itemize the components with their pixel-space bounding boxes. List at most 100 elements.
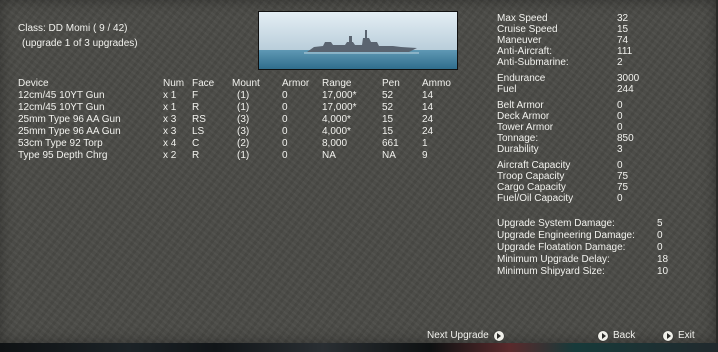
col-header-mount: Mount <box>232 78 260 89</box>
cell-armor: 0 <box>282 102 288 113</box>
stat-value: 18 <box>657 254 669 265</box>
stat-value: 850 <box>617 133 634 144</box>
cell-num: x 3 <box>163 126 177 137</box>
cell-pen: 52 <box>382 102 394 113</box>
cell-device: 25mm Type 96 AA Gun <box>18 114 121 125</box>
ship-image <box>258 11 458 70</box>
col-header-device: Device <box>18 78 49 89</box>
cell-armor: 0 <box>282 90 288 101</box>
back-label: Back <box>613 330 636 341</box>
stat-value: 2 <box>617 57 623 68</box>
col-header-pen: Pen <box>382 78 400 89</box>
cell-face: R <box>192 102 200 113</box>
stat-value: 75 <box>617 171 629 182</box>
cell-ammo: 9 <box>422 150 428 161</box>
stat-label: Tower Armor <box>497 122 554 133</box>
background-map-strip <box>0 343 718 352</box>
cell-device: Type 95 Depth Chrg <box>18 150 108 161</box>
arrow-right-icon <box>598 331 608 341</box>
cell-mount: (2) <box>237 138 250 149</box>
stat-value: 75 <box>617 182 629 193</box>
cell-range: 17,000* <box>322 102 357 113</box>
cell-ammo: 24 <box>422 126 434 137</box>
cell-armor: 0 <box>282 150 288 161</box>
stat-value: 74 <box>617 35 629 46</box>
stat-label: Maneuver <box>497 35 542 46</box>
next-upgrade-label: Next Upgrade <box>427 330 489 341</box>
stat-label: Minimum Upgrade Delay: <box>497 254 610 265</box>
stat-value: 0 <box>617 100 623 111</box>
next-upgrade-button[interactable]: Next Upgrade <box>427 330 504 342</box>
stat-value: 5 <box>657 218 663 229</box>
cell-mount: (3) <box>237 114 250 125</box>
stat-value: 15 <box>617 24 629 35</box>
stat-value: 0 <box>657 230 663 241</box>
col-header-face: Face <box>192 78 215 89</box>
cell-ammo: 14 <box>422 102 434 113</box>
cell-num: x 3 <box>163 114 177 125</box>
cell-mount: (1) <box>237 102 250 113</box>
cell-device: 12cm/45 10YT Gun <box>18 102 105 113</box>
stat-value: 10 <box>657 266 669 277</box>
stat-value: 0 <box>617 111 623 122</box>
cell-pen: NA <box>382 150 396 161</box>
cell-device: 25mm Type 96 AA Gun <box>18 126 121 137</box>
stat-label: Endurance <box>497 73 546 84</box>
cell-ammo: 14 <box>422 90 434 101</box>
arrow-right-icon <box>493 331 504 341</box>
ship-class-label: Class: DD Momi ( 9 / 42) <box>18 23 128 34</box>
ship-info-panel: Class: DD Momi ( 9 / 42) (upgrade 1 of 3… <box>0 0 718 344</box>
stat-value: 3000 <box>617 73 640 84</box>
stat-label: Fuel/Oil Capacity <box>497 193 574 204</box>
cell-armor: 0 <box>282 138 288 149</box>
col-header-range: Range <box>322 78 352 89</box>
cell-mount: (3) <box>237 126 250 137</box>
upgrade-count-label: (upgrade 1 of 3 upgrades) <box>22 38 138 49</box>
stat-label: Upgrade Engineering Damage: <box>497 230 635 241</box>
stat-label: Belt Armor <box>497 100 544 111</box>
stat-label: Durability <box>497 144 539 155</box>
cell-ammo: 1 <box>422 138 428 149</box>
cell-face: R <box>192 150 200 161</box>
cell-face: C <box>192 138 200 149</box>
stat-label: Minimum Shipyard Size: <box>497 266 605 277</box>
cell-range: 17,000* <box>322 90 357 101</box>
cell-range: 4,000* <box>322 114 351 125</box>
stat-value: 32 <box>617 13 629 24</box>
cell-device: 53cm Type 92 Torp <box>18 138 103 149</box>
stat-label: Anti-Aircraft: <box>497 46 553 57</box>
cell-num: x 1 <box>163 102 177 113</box>
stat-label: Aircraft Capacity <box>497 160 571 171</box>
stat-value: 3 <box>617 144 623 155</box>
stat-value: 111 <box>617 46 633 57</box>
stat-value: 0 <box>617 122 623 133</box>
cell-armor: 0 <box>282 126 288 137</box>
col-header-ammo: Ammo <box>422 78 451 89</box>
stat-value: 0 <box>657 242 663 253</box>
stat-value: 244 <box>617 84 634 95</box>
exit-button[interactable]: Exit <box>663 330 695 342</box>
stat-label: Fuel <box>497 84 517 95</box>
cell-num: x 1 <box>163 90 177 101</box>
cell-range: 8,000 <box>322 138 348 149</box>
cell-mount: (1) <box>237 150 250 161</box>
back-button[interactable]: Back <box>598 330 635 342</box>
arrow-right-icon <box>663 331 673 341</box>
cell-face: RS <box>192 114 206 125</box>
cell-pen: 15 <box>382 126 394 137</box>
stat-label: Anti-Submarine: <box>497 57 569 68</box>
cell-face: LS <box>192 126 205 137</box>
exit-label: Exit <box>678 330 695 341</box>
stat-label: Cruise Speed <box>497 24 558 35</box>
stat-label: Deck Armor <box>497 111 550 122</box>
cell-num: x 2 <box>163 150 177 161</box>
cell-armor: 0 <box>282 114 288 125</box>
stat-value: 0 <box>617 160 623 171</box>
cell-ammo: 24 <box>422 114 434 125</box>
stat-label: Troop Capacity <box>497 171 565 182</box>
stat-label: Tonnage: <box>497 133 539 144</box>
cell-pen: 15 <box>382 114 394 125</box>
cell-range: 4,000* <box>322 126 351 137</box>
col-header-num: Num <box>163 78 185 89</box>
cell-range: NA <box>322 150 336 161</box>
